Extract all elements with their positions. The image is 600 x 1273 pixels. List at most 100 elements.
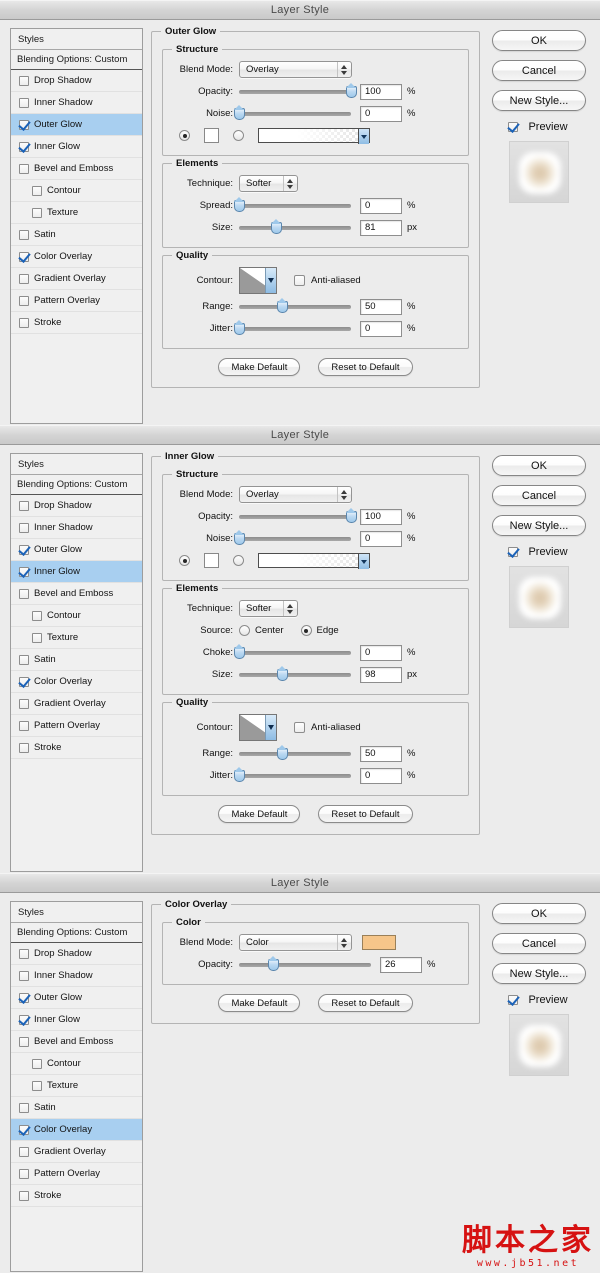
slider-knob[interactable]	[276, 744, 288, 760]
stepper-icon[interactable]	[337, 487, 350, 502]
sidebar-item-contour[interactable]: Contour	[11, 605, 142, 627]
chevron-down-icon[interactable]	[358, 129, 369, 144]
checkbox-icon[interactable]	[19, 1146, 29, 1157]
radio-source-center[interactable]	[239, 625, 250, 636]
opacity-input[interactable]: 100	[360, 83, 402, 100]
checkbox-icon[interactable]	[19, 317, 29, 328]
opacity-slider[interactable]	[239, 507, 357, 524]
checkbox-icon[interactable]	[19, 163, 29, 174]
cancel-button[interactable]: Cancel	[492, 933, 586, 954]
sidebar-item-drop-shadow[interactable]: Drop Shadow	[11, 70, 142, 92]
size-slider[interactable]	[239, 218, 351, 235]
opacity-slider[interactable]	[239, 955, 371, 972]
sidebar-item-blending-options[interactable]: Blending Options: Custom	[11, 475, 142, 495]
ok-button[interactable]: OK	[492, 455, 586, 476]
sidebar-item-stroke[interactable]: Stroke	[11, 1185, 142, 1207]
blend-mode-select[interactable]: Color	[239, 934, 352, 951]
reset-to-default-button[interactable]: Reset to Default	[318, 805, 413, 823]
glow-color-swatch[interactable]	[204, 553, 219, 568]
sidebar-item-outer-glow[interactable]: Outer Glow	[11, 539, 142, 561]
jitter-input[interactable]: 0	[360, 767, 402, 784]
reset-to-default-button[interactable]: Reset to Default	[318, 994, 413, 1012]
technique-select[interactable]: Softer	[239, 175, 298, 192]
slider-knob[interactable]	[234, 529, 245, 545]
checkbox-icon[interactable]	[19, 1168, 29, 1179]
sidebar-item-inner-shadow[interactable]: Inner Shadow	[11, 965, 142, 987]
make-default-button[interactable]: Make Default	[218, 805, 301, 823]
styles-sidebar[interactable]: Styles Blending Options: Custom Drop Sha…	[10, 28, 143, 424]
radio-gradient[interactable]	[233, 130, 244, 141]
range-slider[interactable]	[239, 744, 351, 761]
styles-sidebar[interactable]: Styles Blending Options: Custom Drop Sha…	[10, 453, 143, 872]
chevron-down-icon[interactable]	[358, 554, 369, 569]
checkbox-checked-icon[interactable]	[19, 566, 29, 577]
sidebar-item-bevel-and-emboss[interactable]: Bevel and Emboss	[11, 1031, 142, 1053]
checkbox-icon[interactable]	[19, 229, 29, 240]
checkbox-checked-icon[interactable]	[508, 547, 519, 557]
slider-knob[interactable]	[268, 955, 280, 971]
checkbox-checked-icon[interactable]	[19, 1124, 29, 1135]
sidebar-item-texture[interactable]: Texture	[11, 202, 142, 224]
checkbox-icon[interactable]	[32, 610, 42, 621]
slider-knob[interactable]	[234, 196, 245, 212]
radio-source-edge[interactable]	[300, 625, 312, 636]
contour-preset-picker[interactable]	[239, 713, 277, 741]
checkbox-icon[interactable]	[19, 720, 29, 731]
slider-knob[interactable]	[234, 104, 245, 120]
sidebar-item-texture[interactable]: Texture	[11, 627, 142, 649]
sidebar-item-color-overlay[interactable]: Color Overlay	[11, 1119, 142, 1141]
contour-preset-picker[interactable]	[239, 266, 277, 294]
preview-toggle[interactable]: Preview	[508, 994, 568, 1006]
sidebar-item-pattern-overlay[interactable]: Pattern Overlay	[11, 290, 142, 312]
sidebar-item-satin[interactable]: Satin	[11, 224, 142, 246]
sidebar-item-gradient-overlay[interactable]: Gradient Overlay	[11, 268, 142, 290]
radio-solid-color[interactable]	[179, 130, 190, 141]
choke-input[interactable]: 0	[360, 644, 402, 661]
sidebar-item-contour[interactable]: Contour	[11, 180, 142, 202]
sidebar-item-drop-shadow[interactable]: Drop Shadow	[11, 943, 142, 965]
jitter-slider[interactable]	[234, 319, 351, 336]
checkbox-checked-icon[interactable]	[508, 995, 519, 1005]
sidebar-item-drop-shadow[interactable]: Drop Shadow	[11, 495, 142, 517]
cancel-button[interactable]: Cancel	[492, 485, 586, 506]
new-style-button[interactable]: New Style...	[492, 515, 586, 536]
spread-slider[interactable]	[234, 196, 351, 213]
size-input[interactable]: 98	[360, 666, 402, 683]
sidebar-item-gradient-overlay[interactable]: Gradient Overlay	[11, 1141, 142, 1163]
checkbox-icon[interactable]	[19, 500, 29, 511]
checkbox-checked-icon[interactable]	[19, 992, 29, 1003]
blend-mode-select[interactable]: Overlay	[239, 61, 352, 78]
technique-select[interactable]: Softer	[239, 600, 298, 617]
checkbox-icon[interactable]	[19, 1036, 29, 1047]
reset-to-default-button[interactable]: Reset to Default	[318, 358, 413, 376]
slider-knob[interactable]	[346, 82, 357, 98]
gradient-picker[interactable]	[258, 128, 370, 144]
make-default-button[interactable]: Make Default	[218, 358, 301, 376]
sidebar-item-satin[interactable]: Satin	[11, 649, 142, 671]
slider-knob[interactable]	[346, 507, 357, 523]
checkbox-checked-icon[interactable]	[19, 141, 29, 152]
checkbox-icon[interactable]	[19, 588, 29, 599]
sidebar-item-contour[interactable]: Contour	[11, 1053, 142, 1075]
checkbox-icon[interactable]	[19, 948, 29, 959]
slider-knob[interactable]	[234, 766, 245, 782]
sidebar-item-blending-options[interactable]: Blending Options: Custom	[11, 50, 142, 70]
size-input[interactable]: 81	[360, 219, 402, 236]
checkbox-icon[interactable]	[32, 185, 42, 196]
sidebar-item-gradient-overlay[interactable]: Gradient Overlay	[11, 693, 142, 715]
stepper-icon[interactable]	[337, 62, 350, 77]
slider-knob[interactable]	[234, 319, 245, 335]
new-style-button[interactable]: New Style...	[492, 90, 586, 111]
checkbox-icon[interactable]	[19, 970, 29, 981]
checkbox-icon[interactable]	[19, 75, 29, 86]
sidebar-item-satin[interactable]: Satin	[11, 1097, 142, 1119]
stepper-icon[interactable]	[283, 176, 296, 191]
checkbox-icon[interactable]	[19, 698, 29, 709]
checkbox-checked-icon[interactable]	[19, 676, 29, 687]
checkbox-icon[interactable]	[19, 654, 29, 665]
opacity-input[interactable]: 100	[360, 508, 402, 525]
jitter-slider[interactable]	[234, 766, 351, 783]
opacity-input[interactable]: 26	[380, 956, 422, 973]
checkbox-icon[interactable]	[32, 1058, 42, 1069]
sidebar-item-inner-glow[interactable]: Inner Glow	[11, 1009, 142, 1031]
